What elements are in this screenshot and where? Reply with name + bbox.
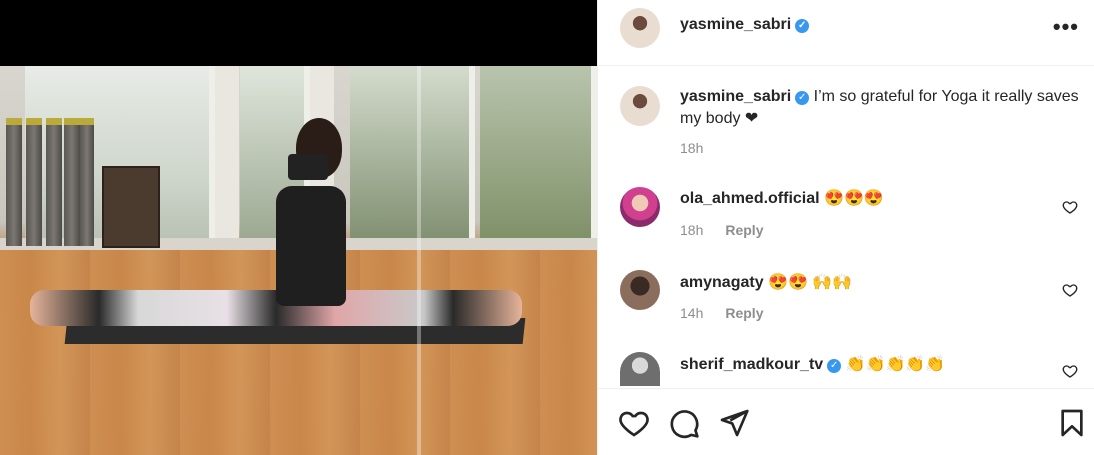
verified-badge-icon: ✓ (795, 19, 810, 33)
comment-time[interactable]: 18h (680, 222, 703, 238)
comment: ola_ahmed.official 😍😍😍 (680, 188, 884, 210)
comment-icon[interactable] (668, 407, 700, 439)
send-icon[interactable] (718, 407, 750, 439)
comment-username[interactable]: sherif_madkour_tv (680, 356, 823, 373)
heart-icon[interactable] (1062, 282, 1078, 298)
more-options-icon[interactable]: ••• (1053, 14, 1079, 40)
heart-icon[interactable] (618, 407, 650, 439)
reply-button[interactable]: Reply (725, 305, 763, 321)
post-photo[interactable] (0, 66, 597, 455)
bookmark-icon[interactable] (1056, 407, 1088, 439)
heart-icon[interactable] (1062, 199, 1078, 215)
post-header: yasmine_sabri ✓ ••• (598, 0, 1094, 66)
caption-username[interactable]: yasmine_sabri (680, 88, 791, 105)
post-media[interactable] (0, 0, 597, 455)
comment-avatar[interactable] (620, 187, 660, 227)
post-sidebar: yasmine_sabri ✓ ••• yasmine_sabri ✓ I’m so… (597, 0, 1094, 455)
comment-avatar[interactable] (620, 270, 660, 310)
comment-username[interactable]: amynagaty (680, 274, 764, 291)
comment-avatar[interactable] (620, 352, 660, 386)
comment: amynagaty 😍😍 🙌🙌 (680, 272, 852, 294)
verified-badge-icon: ✓ (795, 91, 810, 105)
caption: yasmine_sabri ✓ I’m so grateful for Yoga … (680, 86, 1080, 130)
caption-time[interactable]: 18h (680, 140, 703, 156)
comment-time[interactable]: 14h (680, 305, 703, 321)
heart-icon[interactable] (1062, 363, 1078, 379)
author-avatar[interactable] (620, 8, 660, 48)
reply-button[interactable]: Reply (725, 222, 763, 238)
verified-badge-icon: ✓ (827, 359, 842, 373)
caption-avatar[interactable] (620, 86, 660, 126)
comment: sherif_madkour_tv ✓ 👏👏👏👏👏 (680, 354, 945, 376)
author-username[interactable]: yasmine_sabri (680, 16, 791, 33)
comment-text: 😍😍😍 (824, 190, 884, 207)
comment-text: 👏👏👏👏👏 (845, 356, 946, 373)
comment-username[interactable]: ola_ahmed.official (680, 190, 820, 207)
comment-text: 😍😍 🙌🙌 (768, 274, 853, 291)
action-bar (598, 388, 1094, 455)
